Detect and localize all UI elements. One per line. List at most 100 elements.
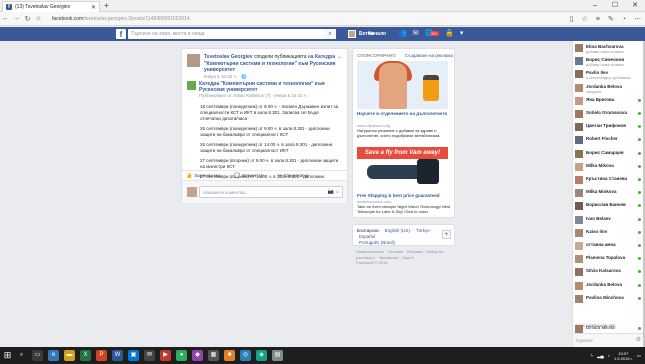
chat-contact[interactable]: Pavlina Minchova (575, 294, 641, 303)
chat-contact[interactable]: Jordanka Belova сподели (575, 83, 641, 94)
favorite-star-icon[interactable]: ☆ (582, 15, 588, 23)
language-option[interactable]: English (US) (385, 228, 410, 233)
privacy-shortcuts-icon[interactable]: 🔒 (445, 29, 454, 39)
messages-icon[interactable]: ✉ (413, 29, 419, 39)
chat-contact[interactable]: Sotiela Gromanova (575, 110, 641, 118)
account-menu-icon[interactable]: ▾ (460, 29, 464, 39)
notifications-center-icon[interactable]: ▭ (637, 353, 641, 359)
app-icon-purple[interactable]: ◆ (192, 350, 203, 361)
store-icon[interactable]: ▣ (128, 350, 139, 361)
edge-browser-icon[interactable]: e (48, 350, 59, 361)
file-explorer-icon[interactable]: ▬ (64, 350, 75, 361)
clock[interactable]: 10:07 1.9.2016 г. (614, 351, 633, 361)
chat-contact[interactable]: Jordanka Belova (575, 281, 641, 290)
language-option[interactable]: Türkçe (416, 228, 430, 233)
chat-settings-icon[interactable]: ⚙ (636, 336, 641, 343)
contact-avatar (575, 123, 583, 132)
emoji-icon[interactable]: ☺ (335, 187, 340, 198)
ad1-image[interactable] (357, 61, 448, 109)
chat-contact[interactable]: Яна Бригова (575, 96, 641, 105)
chat-contact[interactable]: Dimitra Milova (575, 325, 641, 333)
post-time[interactable]: вчера в 16:45 ч. · 🌐 (204, 74, 247, 79)
page-avatar[interactable] (187, 81, 196, 90)
like-button[interactable]: 👍 Харесва ми (186, 173, 220, 179)
friend-requests-icon[interactable]: 👥 (398, 29, 407, 39)
new-tab-button[interactable]: + (104, 2, 109, 10)
chat-contact[interactable]: Milka Mikova (575, 162, 641, 171)
share-icon[interactable]: ◔ (622, 16, 626, 23)
refresh-icon[interactable]: ↻ (22, 15, 33, 23)
ad1-title[interactable]: Научете в отделението на дълголетието (357, 111, 452, 117)
search-icon[interactable]: ⌕ (16, 350, 27, 361)
app-icon-gray[interactable]: ▦ (208, 350, 219, 361)
share-button[interactable]: ↪ Споделяне (278, 173, 309, 179)
chat-contact[interactable]: Ivan Belaev (575, 215, 641, 224)
tray-arrow-icon[interactable]: ˄ (590, 353, 593, 358)
post-options-icon[interactable]: ⌄ (337, 53, 342, 60)
windows-start-icon[interactable]: ⊞ (2, 350, 13, 361)
hub-icon[interactable]: ≡ (596, 16, 600, 23)
powerpoint-icon[interactable]: P (96, 350, 107, 361)
search-icon[interactable]: ⌕ (324, 29, 336, 39)
chat-contact[interactable]: Plamena Topalova (575, 255, 641, 264)
mail-icon[interactable]: ✉ (144, 350, 155, 361)
language-option[interactable]: Español (359, 234, 375, 239)
chat-contact[interactable]: Silvia Katsarova (575, 268, 641, 277)
chat-search-bar[interactable]: Търсене ⚙ (573, 333, 645, 347)
ad2-image[interactable]: Save a fly from Vam away! (357, 145, 448, 190)
chat-contact[interactable]: Кръстина Станева (575, 176, 641, 184)
create-ad-link[interactable]: Създаване на реклама (405, 53, 453, 58)
camera-icon[interactable]: 📷 (328, 187, 334, 198)
more-icon[interactable]: ⋯ (634, 15, 641, 23)
home-link[interactable]: Начало (368, 29, 386, 39)
facebook-header: f Търсене на хора, места и неща ⌕ Бетчи … (0, 27, 645, 41)
author-name[interactable]: Tsvetoslav Georgiev (204, 54, 253, 60)
author-avatar[interactable] (187, 54, 200, 67)
facebook-logo-icon[interactable]: f (116, 29, 126, 39)
task-view-icon[interactable]: ▭ (32, 350, 43, 361)
close-tab-icon[interactable]: ✕ (91, 4, 96, 11)
chat-contact[interactable]: Milka Minkova (575, 189, 641, 198)
chat-contact[interactable]: Elina Bachvarova добави нова снимка (575, 44, 641, 54)
comment-button[interactable]: 💬 Коментар (234, 173, 264, 179)
chat-contact[interactable]: Борислав Банчев (575, 202, 641, 211)
forward-icon[interactable]: → (11, 15, 22, 22)
notifications-icon[interactable]: 🌐20+ (425, 29, 440, 39)
browser-tab[interactable]: f (13) Tsvetoslav Georgiev ✕ (2, 1, 100, 12)
shared-page-name[interactable]: Катедра "Компютърни системи и технологии… (199, 81, 325, 93)
reading-view-icon[interactable]: ▯ (570, 15, 574, 23)
close-window-icon[interactable]: ✕ (625, 0, 645, 12)
notes-icon[interactable]: ✎ (608, 15, 614, 23)
minimize-icon[interactable]: – (585, 0, 605, 12)
comment-input[interactable]: Напишете коментар... 📷 ☺ (199, 186, 343, 198)
app-icon-teal[interactable]: ◈ (256, 350, 267, 361)
more-languages-button[interactable]: + (442, 230, 451, 239)
network-icon[interactable]: ▂▄ (597, 353, 604, 359)
chat-search-input[interactable]: Търсене (575, 337, 629, 345)
chat-contact[interactable]: Kaiso Ilov (575, 228, 641, 237)
app-icon-steel[interactable]: ▤ (272, 350, 283, 361)
contact-activity: добави нова снимка (586, 49, 624, 54)
app-icon-blue[interactable]: ◎ (240, 350, 251, 361)
app-icon-green[interactable]: ● (176, 350, 187, 361)
back-icon[interactable]: ← (0, 15, 11, 22)
chat-contact[interactable]: Борис Симеонов добави нова снимка (575, 57, 641, 67)
chat-contact[interactable]: Цветан Трифонов (575, 123, 641, 132)
maximize-icon[interactable]: ☐ (605, 0, 625, 12)
facebook-search-input[interactable]: Търсене на хора, места и неща ⌕ (128, 29, 336, 39)
app-icon-orange[interactable]: ■ (224, 350, 235, 361)
post-header: Tsvetoslav Georgiev сподели публикацията… (187, 54, 342, 80)
chat-contact[interactable]: Борис Самарцев (575, 149, 641, 158)
chat-contact[interactable]: Robert Fischer (575, 136, 641, 145)
volume-icon[interactable]: ♪ (608, 353, 610, 358)
ad2-title[interactable]: Free Shipping & best price guaranteed (357, 193, 452, 199)
word-icon[interactable]: W (112, 350, 123, 361)
chat-contact[interactable]: Pavlin Ilev и Александър добавиха (575, 70, 641, 80)
chat-contact[interactable]: оттавна жена (575, 242, 641, 250)
language-option[interactable]: Português (Brasil) (359, 240, 395, 245)
address-bar[interactable]: facebook.com/tsvetoslav.georgiev.3/posts… (52, 16, 332, 22)
excel-icon[interactable]: X (80, 350, 91, 361)
footer-links[interactable]: Поверителност · Условия · Реклама · Избо… (356, 249, 456, 260)
media-app-icon[interactable]: ▶ (160, 350, 171, 361)
home-icon[interactable]: ⌂ (33, 15, 44, 22)
